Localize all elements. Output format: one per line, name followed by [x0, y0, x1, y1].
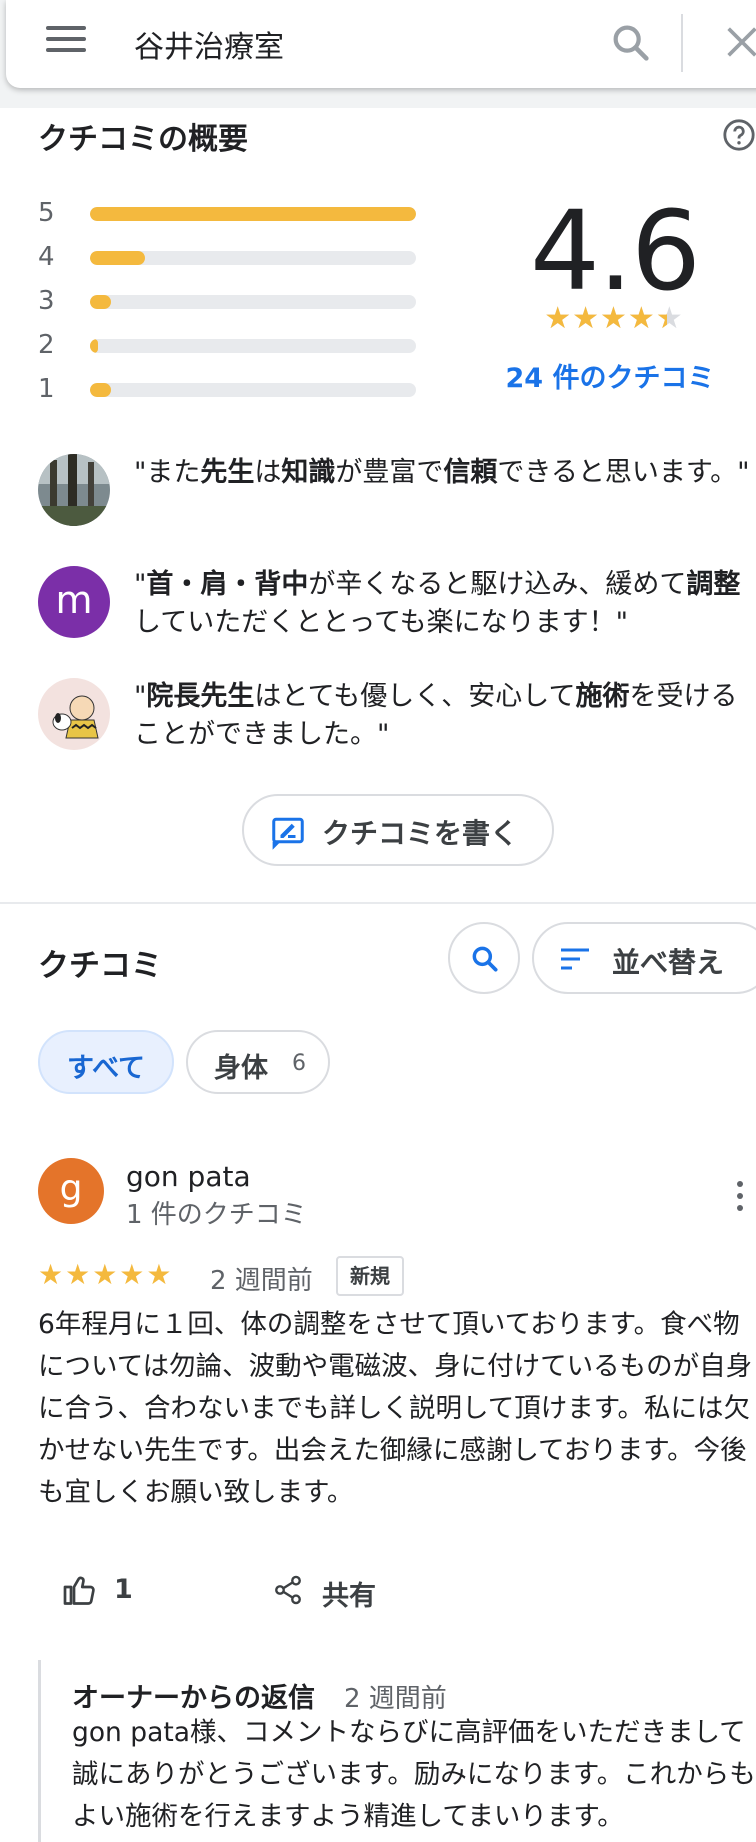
average-rating: 4.6	[530, 187, 701, 315]
review-stars: ★★★★★	[38, 1258, 174, 1291]
reviewer-name[interactable]: gon pata	[126, 1160, 251, 1193]
rating-bar-row: 5	[38, 198, 418, 228]
share-button[interactable]: 共有	[322, 1574, 376, 1613]
rating-bar-track	[90, 339, 416, 353]
search-icon	[472, 946, 498, 972]
like-count[interactable]: 1	[114, 1574, 133, 1605]
close-icon[interactable]	[722, 22, 756, 62]
chip-count: 6	[292, 1051, 306, 1076]
rating-bar-fill	[90, 295, 112, 309]
snippet-text: "また先生は知識が豊富で信頼できると思います。"	[134, 457, 750, 488]
thumbs-up-icon[interactable]	[62, 1572, 98, 1608]
rating-bar-label: 3	[38, 286, 55, 316]
rating-bar-label: 2	[38, 330, 55, 360]
section-divider	[0, 902, 756, 904]
filter-chip-all[interactable]: すべて	[38, 1030, 174, 1094]
average-stars: ★★★★★ ★★★★★	[544, 301, 684, 336]
write-review-button[interactable]: クチコミを書く	[242, 794, 554, 866]
review-text: 6年程月に１回、体の調整をさせて頂いております。食べ物については勿論、波動や電磁…	[38, 1309, 753, 1508]
write-review-icon	[272, 817, 304, 850]
search-divider	[681, 14, 683, 72]
rating-bar-row: 1	[38, 374, 418, 404]
rating-bar-label: 1	[38, 374, 55, 404]
snippet-text: "院長先生はとても優しく、安心して施術を受けることができました。"	[134, 681, 738, 750]
rating-bar-label: 5	[38, 198, 55, 228]
overview-title: クチコミの概要	[38, 122, 248, 157]
write-review-label: クチコミを書く	[322, 817, 519, 850]
new-badge: 新規	[336, 1256, 404, 1296]
rating-bar-fill	[90, 339, 99, 353]
help-icon[interactable]	[722, 118, 756, 152]
rating-bar-fill	[90, 207, 416, 221]
rating-bar-row: 3	[38, 286, 418, 316]
snippet-text: "首・肩・背中が辛くなると駆け込み、緩めて調整していただくととっても楽になります…	[134, 569, 741, 638]
avatar	[38, 678, 110, 750]
owner-reply-time: 2 週間前	[344, 1684, 447, 1714]
rating-bar-track	[90, 295, 416, 309]
rating-bar-row: 2	[38, 330, 418, 360]
avatar: m	[38, 566, 110, 638]
sort-label: 並べ替え	[612, 946, 725, 979]
chip-label: すべて	[66, 1053, 146, 1084]
search-reviews-button[interactable]	[448, 922, 520, 994]
avatar	[38, 454, 110, 526]
owner-reply-heading: オーナーからの返信	[72, 1683, 315, 1714]
reviews-title: クチコミ	[38, 948, 162, 984]
search-icon[interactable]	[608, 20, 654, 66]
search-input[interactable]: 谷井治療室	[134, 22, 284, 66]
rating-bar-label: 4	[38, 242, 55, 272]
review-count-link[interactable]: 24 件のクチコミ	[505, 356, 715, 395]
sort-icon	[561, 948, 589, 970]
more-options-icon[interactable]	[730, 1178, 750, 1214]
share-icon[interactable]	[272, 1574, 304, 1606]
rating-bar-fill	[90, 383, 112, 397]
sort-button[interactable]: 並べ替え	[532, 922, 756, 994]
rating-bar-track	[90, 383, 416, 397]
reply-indicator	[38, 1660, 41, 1842]
reviewer-review-count: 1 件のクチコミ	[126, 1200, 307, 1230]
rating-bar-track	[90, 207, 416, 221]
owner-reply-text: gon pata様、コメントならびに高評価をいただきまして誠にありがとうございま…	[72, 1717, 756, 1832]
reviewer-avatar[interactable]: g	[38, 1158, 104, 1224]
rating-bar-track	[90, 251, 416, 265]
review-time: 2 週間前	[210, 1266, 313, 1296]
chip-label: 身体	[214, 1053, 268, 1084]
filter-chip-body[interactable]: 身体 6	[186, 1030, 330, 1094]
rating-bar-row: 4	[38, 242, 418, 272]
rating-bar-fill	[90, 251, 146, 265]
search-bar[interactable]: 谷井治療室	[6, 0, 756, 88]
menu-icon[interactable]	[46, 26, 86, 56]
